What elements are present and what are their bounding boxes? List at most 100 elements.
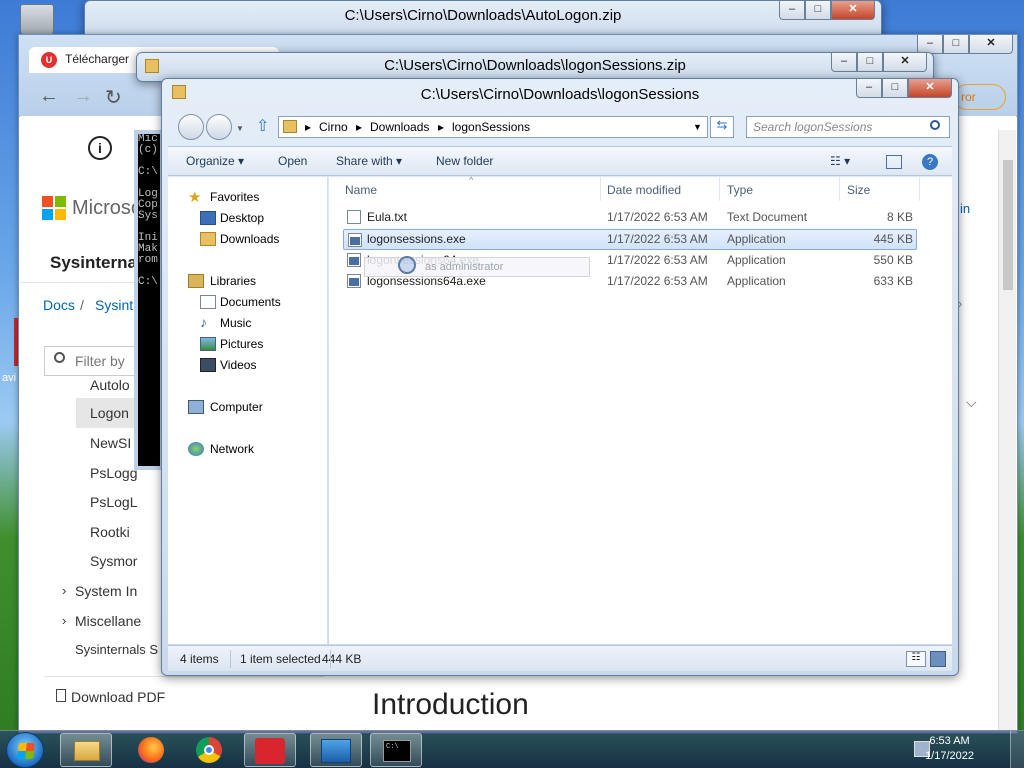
minimize-button[interactable]: – [856, 79, 882, 98]
chevron-right-icon[interactable]: › [62, 613, 66, 628]
column-date-modified[interactable]: Date modified [607, 183, 681, 197]
breadcrumb-docs-link[interactable]: Docs [43, 297, 75, 313]
nav-documents[interactable]: Documents [220, 295, 281, 309]
column-type[interactable]: Type [727, 183, 753, 197]
file-size: 8 KB [886, 210, 913, 224]
taskbar-resource-monitor-button[interactable] [310, 733, 362, 767]
sidebar-item-psloglist[interactable]: PsLogL [90, 494, 137, 510]
firefox-icon [138, 737, 164, 763]
back-arrow-icon[interactable]: ← [39, 85, 59, 108]
up-folder-icon[interactable]: ⇧ [256, 116, 269, 136]
close-button[interactable]: ✕ [883, 53, 927, 72]
new-folder-button[interactable]: New folder [436, 154, 493, 168]
refresh-icon[interactable]: ⇆ [710, 116, 734, 138]
open-button[interactable]: Open [278, 154, 307, 168]
nav-pictures[interactable]: Pictures [220, 337, 263, 351]
file-type: Application [727, 253, 786, 267]
taskbar-cmd-button[interactable]: C:\ [370, 733, 422, 767]
maximize-button[interactable]: □ [857, 53, 883, 72]
nav-favorites[interactable]: Favorites [210, 190, 259, 204]
maximize-button[interactable]: □ [805, 1, 831, 20]
tree-item-sysinternals-suite[interactable]: Sysinternals S [75, 642, 158, 657]
column-separator[interactable] [719, 177, 720, 201]
breadcrumb-arrow[interactable]: ▸ [305, 120, 311, 134]
organize-button[interactable]: Organize ▾ [186, 154, 244, 168]
address-bar[interactable]: ▸ Cirno ▸ Downloads ▸ logonSessions ▼ [278, 116, 708, 138]
breadcrumb-arrow[interactable]: ▸ [356, 120, 362, 134]
browser-close-button[interactable]: ✕ [969, 35, 1013, 54]
microsoft-logo[interactable] [42, 196, 66, 220]
column-separator[interactable] [919, 177, 920, 201]
breadcrumb-arrow[interactable]: ▸ [438, 120, 444, 134]
cmd-window[interactable]: Mic (c) C:\ Log Cop Sys Ini Mak rom C:\ [134, 130, 164, 470]
nav-libraries[interactable]: Libraries [210, 274, 256, 288]
address-dropdown-icon[interactable]: ▼ [693, 122, 702, 132]
large-icons-view-icon[interactable] [930, 651, 946, 667]
forward-button[interactable] [206, 114, 232, 140]
breadcrumb-cirno[interactable]: Cirno [319, 120, 348, 134]
nav-videos[interactable]: Videos [220, 358, 256, 372]
search-input[interactable]: Search logonSessions [746, 116, 950, 138]
browser-maximize-button[interactable]: □ [943, 35, 969, 54]
taskbar-chrome-button[interactable] [184, 733, 236, 767]
file-date: 1/17/2022 6:53 AM [607, 274, 708, 288]
column-separator[interactable] [600, 177, 601, 201]
sidebar-item-newsid[interactable]: NewSI [90, 435, 131, 451]
breadcrumb-downloads[interactable]: Downloads [370, 120, 429, 134]
sidebar-item-logonsessions[interactable]: Logon [90, 405, 129, 421]
taskbar-explorer-button[interactable] [60, 733, 112, 767]
search-icon[interactable] [930, 120, 940, 130]
page-heading: Introduction [372, 688, 529, 721]
error-indicator-button[interactable]: ror [954, 84, 1006, 110]
nav-network[interactable]: Network [210, 442, 254, 456]
file-size: 550 KB [873, 253, 913, 267]
breadcrumb-sysinternals-link[interactable]: Sysint [95, 297, 133, 313]
close-button[interactable]: ✕ [908, 79, 952, 98]
change-view-icon[interactable]: ☷ ▾ [830, 154, 850, 168]
file-row-logonsessions-exe[interactable]: logonsessions.exe 1/17/2022 6:53 AM Appl… [343, 229, 917, 250]
sidebar-item-psloggedon[interactable]: PsLogg [90, 465, 137, 481]
breadcrumb-logonsessions[interactable]: logonSessions [452, 120, 530, 134]
signin-partial-link[interactable]: in [960, 201, 970, 216]
recycle-bin-icon[interactable] [20, 4, 54, 38]
thumbs-down-icon[interactable]: ⌵ [966, 394, 977, 411]
sysinternals-title[interactable]: Sysinterna [50, 253, 137, 273]
minimize-button[interactable]: – [831, 53, 857, 72]
reload-icon[interactable]: ↻ [105, 85, 122, 110]
taskbar-firefox-button[interactable] [126, 733, 178, 767]
column-name[interactable]: Name [345, 183, 377, 197]
file-name: Eula.txt [367, 210, 408, 224]
nav-music[interactable]: Music [220, 316, 251, 330]
pdf-icon [56, 689, 66, 702]
system-clock[interactable]: 6:53 AM 1/17/2022 [925, 734, 974, 764]
sidebar-item-rootkit[interactable]: Rootki [90, 524, 130, 540]
chevron-right-icon[interactable]: › [62, 583, 66, 598]
column-size[interactable]: Size [847, 183, 870, 197]
browser-scrollbar[interactable] [998, 130, 1016, 730]
show-desktop-button[interactable] [1010, 731, 1024, 768]
tree-item-system-info[interactable]: System In [75, 583, 137, 599]
status-selection: 1 item selected [240, 652, 321, 666]
tree-item-miscellaneous[interactable]: Miscellane [75, 613, 141, 629]
back-button[interactable] [178, 114, 204, 140]
minimize-button[interactable]: – [779, 1, 805, 20]
download-pdf-link[interactable]: Download PDF [71, 689, 165, 705]
close-button[interactable]: ✕ [831, 1, 875, 20]
sidebar-item-sysmon[interactable]: Sysmor [90, 553, 137, 569]
nav-desktop[interactable]: Desktop [220, 211, 264, 225]
forward-arrow-icon[interactable]: → [73, 85, 93, 108]
details-view-icon[interactable]: ☷ [906, 651, 926, 667]
share-with-button[interactable]: Share with ▾ [336, 154, 402, 168]
column-separator[interactable] [839, 177, 840, 201]
nav-downloads[interactable]: Downloads [220, 232, 279, 246]
sidebar-item-autologon[interactable]: Autolo [90, 377, 130, 393]
help-icon[interactable]: ? [922, 154, 938, 170]
nav-computer[interactable]: Computer [210, 400, 263, 414]
scrollbar-thumb[interactable] [1003, 160, 1013, 290]
maximize-button[interactable]: □ [882, 79, 908, 98]
file-row-eula[interactable]: Eula.txt 1/17/2022 6:53 AM Text Document… [343, 207, 917, 228]
recent-pages-dropdown[interactable]: ▼ [236, 124, 244, 133]
taskbar-avira-button[interactable] [244, 733, 296, 767]
start-button[interactable] [6, 732, 44, 768]
preview-pane-icon[interactable] [886, 155, 902, 169]
